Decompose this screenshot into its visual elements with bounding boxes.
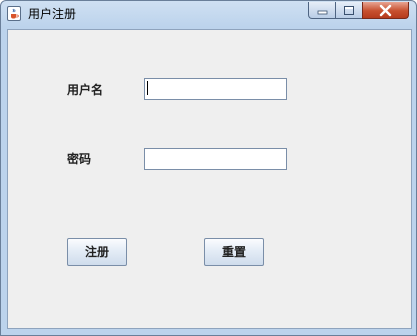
maximize-button[interactable]	[335, 2, 363, 19]
text-caret	[147, 81, 148, 95]
maximize-icon	[344, 6, 354, 15]
reset-button[interactable]: 重置	[204, 238, 264, 266]
form-panel: 用户名 密码 注册 重置	[7, 29, 412, 329]
java-cup-icon[interactable]	[7, 6, 21, 21]
username-field-wrapper	[144, 78, 287, 100]
window-title: 用户注册	[28, 7, 77, 21]
app-window: 用户注册 用户名 密码 注册 重置	[0, 0, 417, 336]
password-label: 密码	[67, 152, 92, 166]
close-icon	[379, 4, 392, 17]
username-input[interactable]	[144, 78, 287, 100]
register-button[interactable]: 注册	[67, 238, 127, 266]
password-input[interactable]	[144, 148, 287, 170]
close-button[interactable]	[362, 2, 409, 19]
title-bar[interactable]: 用户注册	[1, 1, 416, 27]
username-label: 用户名	[67, 83, 104, 97]
minimize-button[interactable]	[308, 2, 336, 19]
minimize-icon	[317, 10, 328, 15]
